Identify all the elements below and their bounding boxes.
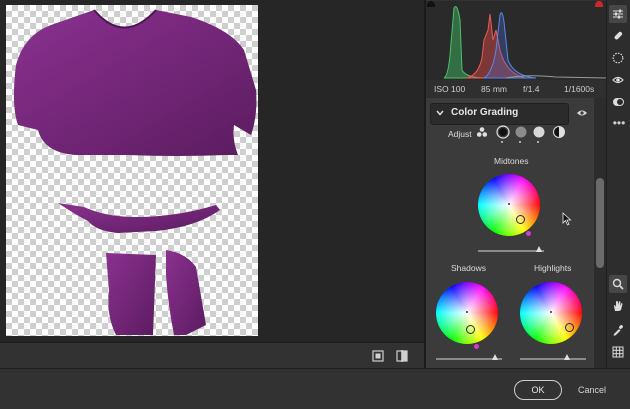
fit-view-icon[interactable] — [372, 350, 384, 362]
midtones-wheel-handle[interactable] — [516, 215, 525, 224]
canvas-toolbar — [0, 342, 424, 369]
adjust-label: Adjust — [448, 129, 472, 139]
midtones-wheel-center — [508, 203, 510, 205]
global-view-icon[interactable] — [552, 125, 566, 139]
presets-icon[interactable] — [612, 96, 624, 108]
aperture-value: f/1.4 — [523, 84, 540, 94]
histogram — [426, 0, 607, 80]
shadows-luminance-thumb[interactable] — [492, 354, 498, 360]
shadows-color-dot — [474, 344, 479, 349]
highlights-color-wheel[interactable] — [520, 282, 582, 344]
midtones-color-wheel[interactable] — [478, 174, 540, 236]
chevron-down-icon[interactable] — [436, 110, 444, 116]
mask-icon[interactable] — [612, 52, 624, 64]
highlights-label: Highlights — [534, 263, 572, 273]
grid-icon[interactable] — [612, 346, 624, 358]
cancel-button[interactable]: Cancel — [572, 381, 612, 399]
red-eye-icon[interactable] — [612, 74, 624, 86]
shadows-color-wheel[interactable] — [436, 282, 498, 344]
image-document[interactable] — [6, 5, 258, 336]
edit-sliders-icon[interactable] — [612, 8, 624, 20]
highlights-wheel-center — [550, 311, 552, 313]
highlight-clipping-warning-icon[interactable] — [594, 0, 604, 8]
highlights-view-icon[interactable] — [532, 125, 546, 139]
shadow-clipping-warning-icon[interactable] — [426, 0, 436, 8]
more-icon[interactable]: ••• — [612, 116, 626, 130]
shadows-wheel-center — [466, 311, 468, 313]
iso-value: ISO 100 — [434, 84, 466, 94]
shadows-wheel-shade — [436, 282, 498, 344]
midtones-wheel-shade — [478, 174, 540, 236]
highlights-wheel-handle[interactable] — [565, 323, 574, 332]
histogram-graph — [426, 0, 607, 79]
highlights-luminance-slider[interactable] — [520, 358, 586, 360]
before-after-icon[interactable] — [396, 350, 408, 362]
ok-button[interactable]: OK — [514, 380, 562, 400]
dialog-footer: OK Cancel — [0, 368, 630, 409]
highlights-luminance-thumb[interactable] — [564, 354, 570, 360]
camera-info-bar: ISO 100 85 mm f/1.4 1/1600s — [426, 80, 606, 99]
zoom-icon[interactable] — [612, 278, 624, 290]
hand-icon[interactable] — [612, 300, 624, 312]
midtones-label: Midtones — [494, 156, 529, 166]
highlights-wheel-shade — [520, 282, 582, 344]
color-sampler-icon[interactable] — [612, 324, 624, 336]
midtones-blend-thumb[interactable] — [536, 246, 542, 252]
shadows-label: Shadows — [451, 263, 486, 273]
three-way-view-icon[interactable] — [476, 126, 488, 138]
shadows-wheel-handle[interactable] — [466, 325, 475, 334]
visibility-eye-icon[interactable] — [576, 109, 588, 117]
midtones-blend-slider[interactable] — [478, 250, 544, 252]
mouse-pointer-icon — [562, 212, 572, 226]
view-indicator-dots — [501, 141, 539, 143]
shadows-view-icon[interactable] — [496, 125, 510, 139]
midtones-color-dot — [526, 231, 531, 236]
healing-brush-icon[interactable] — [612, 30, 624, 42]
shirt-cutout-image — [13, 9, 257, 335]
midtones-view-icon[interactable] — [514, 125, 528, 139]
color-grading-title: Color Grading — [451, 107, 519, 118]
focal-length-value: 85 mm — [481, 84, 507, 94]
shutter-speed-value: 1/1600s — [564, 84, 595, 94]
panel-scroll-thumb[interactable] — [596, 178, 604, 268]
